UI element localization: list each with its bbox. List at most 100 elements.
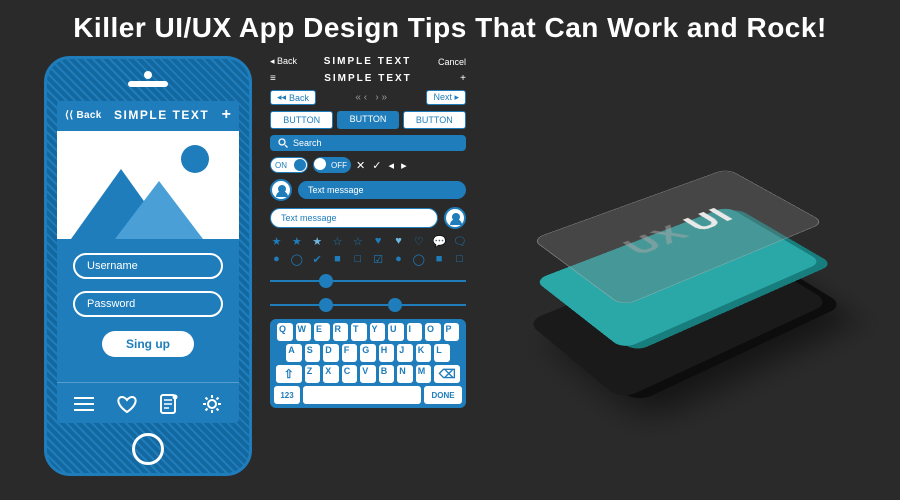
key[interactable]: M — [416, 365, 432, 383]
key[interactable]: I — [407, 323, 423, 341]
key[interactable]: N — [397, 365, 413, 383]
delete-key[interactable]: ⌫ — [434, 365, 460, 383]
toggle-off[interactable]: OFF — [313, 157, 351, 173]
square-icon: ■ — [433, 253, 446, 266]
password-field[interactable]: Password — [73, 291, 223, 317]
slider-thumb[interactable] — [388, 298, 402, 312]
keyboard: Q W E R T Y U I O P A S D F G H J K L — [270, 319, 466, 408]
back-pill[interactable]: ◂◂ Back — [270, 90, 316, 105]
sample-button[interactable]: BUTTON — [337, 111, 398, 129]
key-row: A S D F G H J K L — [274, 344, 462, 362]
add-button[interactable]: + — [222, 107, 231, 123]
key[interactable]: B — [379, 365, 395, 383]
action-glyphs: ✕ ✓ ◂ ▸ — [356, 159, 409, 172]
hero-image-placeholder — [57, 131, 239, 239]
back-button[interactable]: ⟨⟨ Back — [65, 110, 102, 121]
key[interactable]: R — [333, 323, 349, 341]
slider-thumb[interactable] — [319, 298, 333, 312]
space-key[interactable] — [303, 386, 421, 404]
home-button[interactable] — [132, 433, 164, 465]
ui-kit-panel: ◂ Back SIMPLE TEXT Cancel ≡ SIMPLE TEXT … — [270, 56, 466, 408]
heart-icon: ♥ — [372, 235, 385, 248]
sample-button[interactable]: BUTTON — [270, 111, 333, 129]
check-square-icon: ☑ — [372, 253, 385, 266]
key[interactable]: Y — [370, 323, 386, 341]
key[interactable]: S — [305, 344, 321, 362]
chat-bubble: Text message — [270, 208, 438, 228]
avatar-icon — [270, 179, 292, 201]
key[interactable]: J — [397, 344, 413, 362]
key[interactable]: P — [444, 323, 460, 341]
toggle-on[interactable]: ON — [270, 157, 308, 173]
key[interactable]: V — [360, 365, 376, 383]
numeric-key[interactable]: 123 — [274, 386, 300, 404]
phone-mockup: ⟨⟨ Back SIMPLE TEXT + Username Password … — [44, 56, 252, 476]
key[interactable]: H — [379, 344, 395, 362]
rating-icons-row: ★ ★ ★ ☆ ☆ ♥ ♥ ♡ 💬 🗨 — [270, 235, 466, 248]
chat-row-incoming: Text message — [270, 179, 466, 201]
slider[interactable] — [270, 271, 466, 291]
key[interactable]: D — [323, 344, 339, 362]
done-key[interactable]: DONE — [424, 386, 462, 404]
key[interactable]: E — [314, 323, 330, 341]
range-slider[interactable] — [270, 295, 466, 315]
key-row: 123 DONE — [274, 386, 462, 404]
key[interactable]: K — [416, 344, 432, 362]
back-button[interactable]: ◂ Back — [270, 56, 297, 67]
chat-outline-icon: 🗨 — [453, 235, 466, 248]
key[interactable]: O — [425, 323, 441, 341]
circle-icon: ● — [270, 253, 283, 266]
screen-title: SIMPLE TEXT — [114, 108, 209, 122]
key[interactable]: Q — [277, 323, 293, 341]
search-input[interactable]: Search — [270, 135, 466, 151]
isometric-illustration: UX UI — [490, 110, 870, 450]
key[interactable]: X — [323, 365, 339, 383]
phone-navbar: ⟨⟨ Back SIMPLE TEXT + — [57, 101, 239, 127]
kit-nav-2: ≡ SIMPLE TEXT + — [270, 73, 466, 84]
sun-icon — [181, 145, 209, 173]
key[interactable]: U — [388, 323, 404, 341]
slider-thumb[interactable] — [319, 274, 333, 288]
key[interactable]: Z — [305, 365, 321, 383]
star-icon: ★ — [311, 235, 324, 248]
key[interactable]: T — [351, 323, 367, 341]
circle-icon: ● — [392, 253, 405, 266]
illustration-stage: ⟨⟨ Back SIMPLE TEXT + Username Password … — [0, 50, 900, 490]
ux-label: UX — [615, 220, 698, 260]
star-icon: ★ — [290, 235, 303, 248]
avatar-icon — [444, 207, 466, 229]
chat-row-outgoing: Text message — [270, 207, 466, 229]
gear-icon[interactable] — [201, 393, 223, 415]
star-outline-icon: ☆ — [331, 235, 344, 248]
chat-icon: 💬 — [433, 235, 446, 248]
sample-button[interactable]: BUTTON — [403, 111, 466, 129]
key[interactable]: C — [342, 365, 358, 383]
ring-icon: ◯ — [290, 253, 303, 266]
key[interactable]: W — [296, 323, 312, 341]
username-field[interactable]: Username — [73, 253, 223, 279]
key[interactable]: F — [342, 344, 358, 362]
square-outline-icon: □ — [453, 253, 466, 266]
mountain-icon — [115, 181, 203, 239]
add-button[interactable]: + — [460, 73, 466, 84]
shift-key[interactable]: ⇧ — [276, 365, 302, 383]
square-icon: ■ — [331, 253, 344, 266]
phone-screen: ⟨⟨ Back SIMPLE TEXT + Username Password … — [57, 101, 239, 423]
menu-icon[interactable]: ≡ — [270, 73, 276, 84]
star-outline-icon: ☆ — [351, 235, 364, 248]
square-outline-icon: □ — [351, 253, 364, 266]
key[interactable]: A — [286, 344, 302, 362]
key-row: Q W E R T Y U I O P — [274, 323, 462, 341]
kit-nav-1: ◂ Back SIMPLE TEXT Cancel — [270, 56, 466, 67]
menu-icon[interactable] — [73, 393, 95, 415]
signup-button[interactable]: Sing up — [102, 331, 194, 357]
next-pill[interactable]: Next ▸ — [426, 90, 466, 105]
heart-outline-icon: ♡ — [412, 235, 425, 248]
search-placeholder: Search — [293, 138, 322, 148]
heart-icon[interactable] — [116, 393, 138, 415]
cancel-button[interactable]: Cancel — [438, 57, 466, 67]
key[interactable]: L — [434, 344, 450, 362]
note-icon[interactable] — [158, 393, 180, 415]
key[interactable]: G — [360, 344, 376, 362]
kit-nav-3: ◂◂ Back « ‹ › » Next ▸ — [270, 90, 466, 105]
